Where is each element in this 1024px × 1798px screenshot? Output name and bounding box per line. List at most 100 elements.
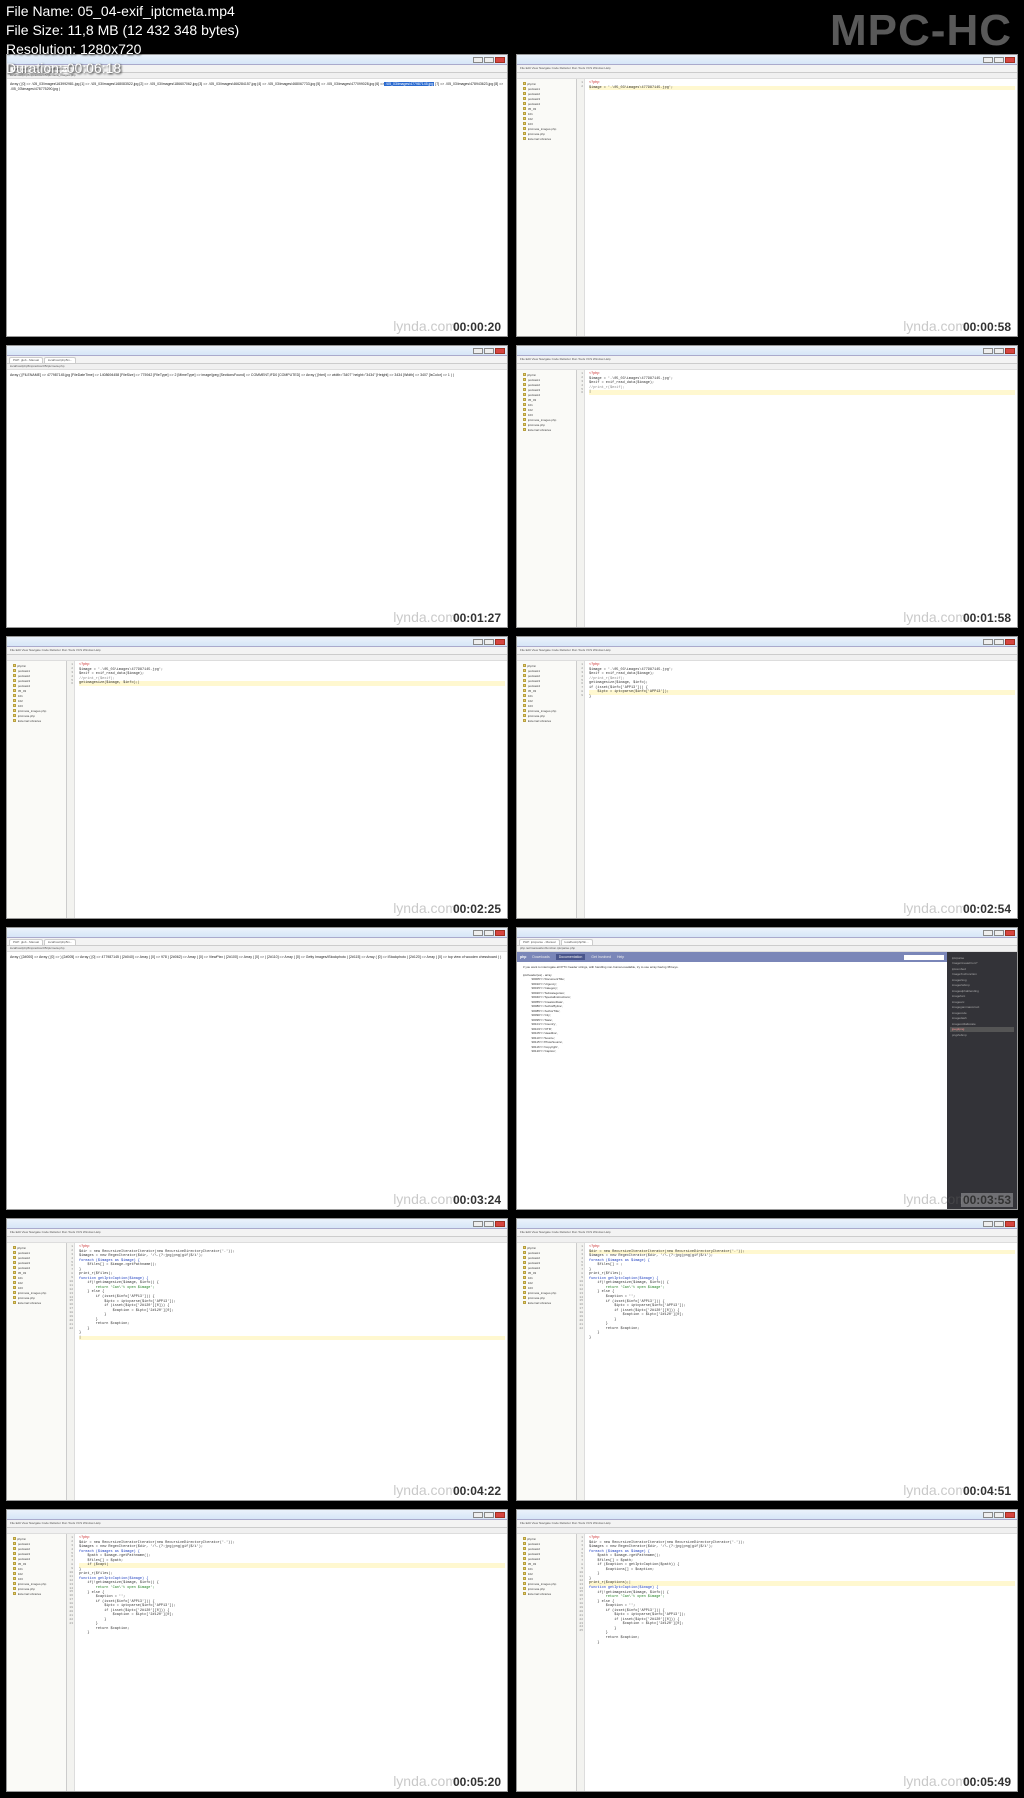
code-line[interactable]: | [589,390,1015,395]
maximize-button[interactable] [994,930,1004,936]
thumbnail-1[interactable]: PHP: glob - Manuallocalhost/php5in...loc… [6,54,508,337]
thumbnail-6[interactable]: File Edit View Navigate Code Refactor Ru… [516,636,1018,919]
thumbnail-12[interactable]: File Edit View Navigate Code Refactor Ru… [516,1509,1018,1792]
project-tree[interactable]: phpInn podcast1 podcast2 podcast3 podcas… [517,79,577,336]
close-button[interactable] [1005,1512,1015,1518]
tree-item[interactable]: External Libraries [519,427,574,432]
minimize-button[interactable] [473,57,483,63]
code-line[interactable]: } [589,695,1015,700]
editor-pane[interactable]: 1 2 3 4 5 6<?php$image = '.\05_03\images… [577,370,1017,627]
browser-tab[interactable]: localhost/php5in... [44,357,76,363]
ide-menu[interactable]: File Edit View Navigate Code Refactor Ru… [517,356,1017,364]
editor-pane[interactable]: 1 2 3 4 5 6 7 8 9 10 11 12 13 14 15 16 1… [577,1243,1017,1500]
editor-pane[interactable]: 1 2 3 4 5 6<?php$image = '.\05_03\images… [67,661,507,918]
ide-menu[interactable]: File Edit View Navigate Code Refactor Ru… [517,1520,1017,1528]
minimize-button[interactable] [473,639,483,645]
phpdoc-sidebar[interactable]: iptcparseImageCreateFrom*iptcembedImageX… [947,952,1017,1209]
minimize-button[interactable] [473,1221,483,1227]
php-logo[interactable]: php [520,955,526,959]
tree-item[interactable]: External Libraries [519,136,574,141]
ide-menu[interactable]: File Edit View Navigate Code Refactor Ru… [7,1229,507,1237]
maximize-button[interactable] [484,1221,494,1227]
close-button[interactable] [495,1512,505,1518]
thumbnail-8[interactable]: PHP: iptcparse - Manuallocalhost/php5in.… [516,927,1018,1210]
project-tree[interactable]: phpInn podcast1 podcast2 podcast3 podcas… [7,661,67,918]
tree-item[interactable]: External Libraries [9,1300,64,1305]
minimize-button[interactable] [983,348,993,354]
minimize-button[interactable] [983,1512,993,1518]
project-tree[interactable]: phpInn podcast1 podcast2 podcast3 podcas… [517,1534,577,1791]
search-input[interactable] [904,955,944,960]
code-editor[interactable]: <?php$dir = new RecursiveIteratorIterato… [79,1245,505,1340]
thumbnail-4[interactable]: File Edit View Navigate Code Refactor Ru… [516,345,1018,628]
maximize-button[interactable] [484,1512,494,1518]
minimize-button[interactable] [983,930,993,936]
browser-tab[interactable]: PHP: iptcparse - Manual [519,939,560,945]
maximize-button[interactable] [994,57,1004,63]
tree-item[interactable]: External Libraries [519,1591,574,1596]
close-button[interactable] [1005,639,1015,645]
ide-menu[interactable]: File Edit View Navigate Code Refactor Ru… [517,65,1017,73]
minimize-button[interactable] [983,1221,993,1227]
thumbnail-10[interactable]: File Edit View Navigate Code Refactor Ru… [516,1218,1018,1501]
project-tree[interactable]: phpInn podcast1 podcast2 podcast3 podcas… [7,1243,67,1500]
minimize-button[interactable] [983,57,993,63]
nav-link[interactable]: Help [617,955,624,959]
project-tree[interactable]: phpInn podcast1 podcast2 podcast3 podcas… [7,1534,67,1791]
maximize-button[interactable] [994,639,1004,645]
thumbnail-7[interactable]: PHP: glob - Manuallocalhost/php5in...loc… [6,927,508,1210]
close-button[interactable] [1005,57,1015,63]
thumbnail-11[interactable]: File Edit View Navigate Code Refactor Ru… [6,1509,508,1792]
project-tree[interactable]: phpInn podcast1 podcast2 podcast3 podcas… [517,370,577,627]
browser-content[interactable]: Array ( [FILENAME] => 477987145.jpg [Fil… [7,370,507,627]
code-editor[interactable]: <?php$image = '.\05_03\images\477987145.… [589,372,1015,395]
editor-pane[interactable]: 1 2 3 4 5 6 7 8 9<?php$image = '.\05_03\… [577,661,1017,918]
browser-tab[interactable]: localhost/php5in... [44,939,76,945]
minimize-button[interactable] [473,348,483,354]
nav-link[interactable]: Downloads [532,955,549,959]
browser-tab[interactable]: localhost/php5in... [561,939,593,945]
thumbnail-9[interactable]: File Edit View Navigate Code Refactor Ru… [6,1218,508,1501]
maximize-button[interactable] [484,348,494,354]
sidebar-link[interactable]: png2wbmp [950,1032,1014,1038]
code-line[interactable]: } [79,1631,505,1636]
tree-item[interactable]: External Libraries [519,718,574,723]
ide-menu[interactable]: File Edit View Navigate Code Refactor Ru… [517,647,1017,655]
code-editor[interactable]: <?php$image = '.\05_03\images\477987145.… [589,81,1015,90]
code-editor[interactable]: <?php$image = '.\05_03\images\477987145.… [79,663,505,686]
maximize-button[interactable] [484,57,494,63]
close-button[interactable] [495,639,505,645]
phpdoc-main[interactable]: php DownloadsDocumentationGet InvolvedHe… [517,952,947,1209]
close-button[interactable] [495,1221,505,1227]
ide-menu[interactable]: File Edit View Navigate Code Refactor Ru… [7,647,507,655]
code-line[interactable]: | [79,1336,505,1341]
code-editor[interactable]: <?php$image = '.\05_03\images\477987145.… [589,663,1015,699]
thumbnail-2[interactable]: File Edit View Navigate Code Refactor Ru… [516,54,1018,337]
code-line[interactable]: $image = '.\05_03\images\477987145.jpg'; [589,86,1015,91]
ide-menu[interactable]: File Edit View Navigate Code Refactor Ru… [517,1229,1017,1237]
close-button[interactable] [1005,348,1015,354]
tree-item[interactable]: External Libraries [9,1591,64,1596]
browser-content[interactable]: Array ( [2#000] => Array ( [0] => ) [2#0… [7,952,507,1209]
tree-item[interactable]: External Libraries [9,718,64,723]
close-button[interactable] [495,930,505,936]
code-line[interactable]: } [589,1641,1015,1646]
code-line[interactable]: getimagesize($image, $info);| [79,681,505,686]
minimize-button[interactable] [473,930,483,936]
maximize-button[interactable] [994,1512,1004,1518]
browser-tab[interactable]: PHP: glob - Manual [9,357,43,363]
tree-item[interactable]: External Libraries [519,1300,574,1305]
minimize-button[interactable] [983,639,993,645]
code-line[interactable]: } [589,1336,1015,1341]
close-button[interactable] [495,348,505,354]
nav-link[interactable]: Documentation [556,954,586,960]
thumbnail-5[interactable]: File Edit View Navigate Code Refactor Ru… [6,636,508,919]
code-editor[interactable]: <?php$dir = new RecursiveIteratorIterato… [79,1536,505,1636]
editor-pane[interactable]: 1 2 3 4 5 6 7 8 9 10 11 12 13 14 15 16 1… [577,1534,1017,1791]
project-tree[interactable]: phpInn podcast1 podcast2 podcast3 podcas… [517,661,577,918]
maximize-button[interactable] [994,348,1004,354]
close-button[interactable] [1005,930,1015,936]
maximize-button[interactable] [484,930,494,936]
project-tree[interactable]: phpInn podcast1 podcast2 podcast3 podcas… [517,1243,577,1500]
minimize-button[interactable] [473,1512,483,1518]
